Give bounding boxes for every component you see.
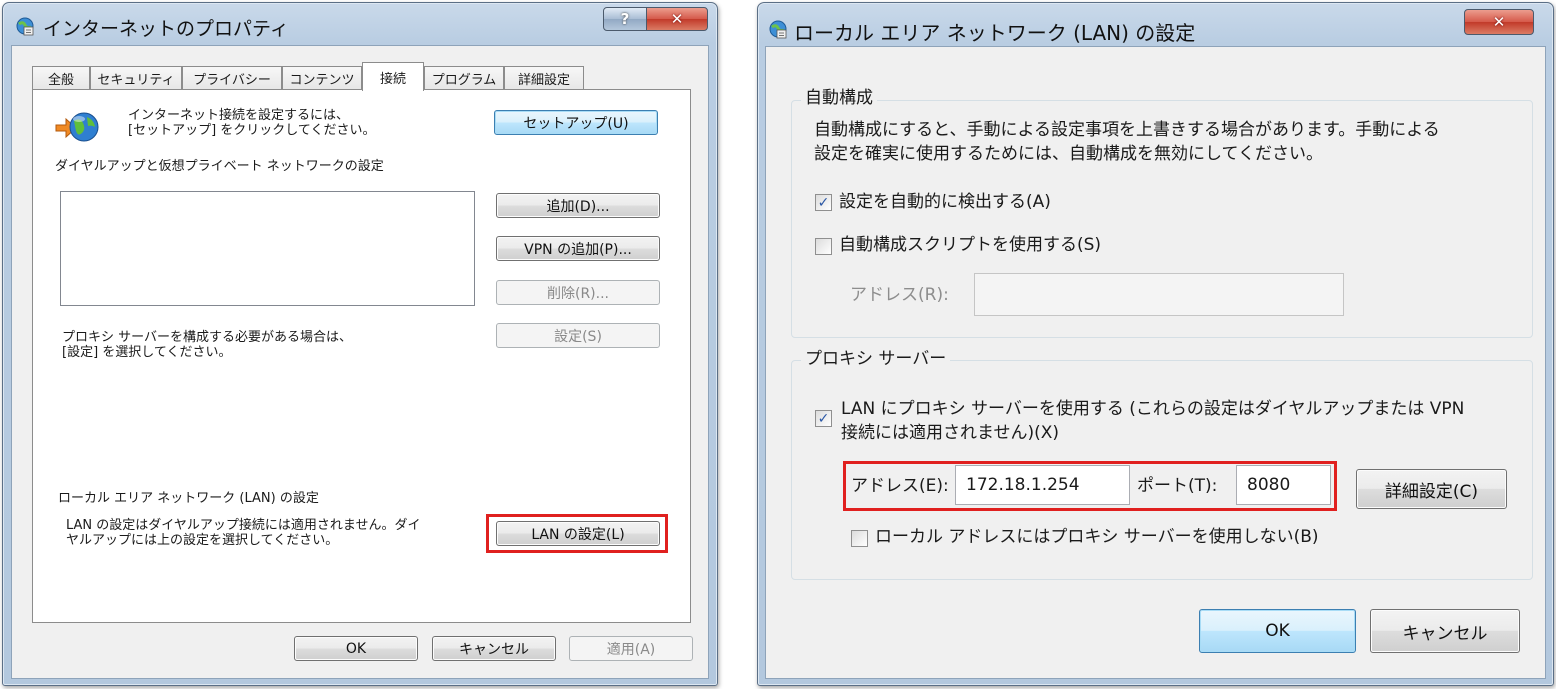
auto-detect-label[interactable]: 設定を自動的に検出する(A) [839,190,1051,214]
close-button[interactable]: ✕ [646,7,708,31]
tab-connections[interactable]: 接続 [362,62,424,91]
auto-config-description: 自動構成にすると、手動による設定事項を上書きする場合があります。手動による 設定… [814,118,1440,166]
script-address-input[interactable] [974,273,1344,316]
use-script-label[interactable]: 自動構成スクリプトを使用する(S) [839,233,1101,257]
advanced-button[interactable]: 詳細設定(C) [1356,469,1507,509]
lan-separator [360,498,656,499]
proxy-address-highlight [843,461,1337,511]
window-title: インターネットのプロパティ [43,18,289,40]
lan-hint-line1: LAN の設定はダイヤルアップ接続には適用されません。ダイ [66,518,421,533]
check-mark-icon: ✓ [817,410,830,427]
tab-content[interactable]: コンテンツ [282,66,362,90]
bypass-local-label[interactable]: ローカル アドレスにはプロキシ サーバーを使用しない(B) [875,525,1319,549]
proxy-hint: プロキシ サーバーを構成する必要がある場合は、 [設定] を選択してください。 [62,330,352,360]
use-proxy-checkbox[interactable]: ✓ [815,410,832,427]
proxy-hint-line2: [設定] を選択してください。 [62,345,232,360]
bypass-local-checkbox[interactable] [851,530,868,547]
window-title: ローカル エリア ネットワーク (LAN) の設定 [794,21,1196,45]
proxy-group-title: プロキシ サーバー [801,348,951,370]
close-button[interactable]: ✕ [1464,9,1534,35]
setup-text-line2: [セットアップ] をクリックしてください。 [128,123,376,138]
tab-label: 詳細設定 [517,73,570,88]
question-mark-icon: ? [620,10,630,28]
tab-programs[interactable]: プログラム [424,66,504,90]
dialup-separator [415,167,657,168]
use-proxy-label-line1: LAN にプロキシ サーバーを使用する (これらの設定はダイヤルアップまたは V… [841,399,1465,419]
dialup-section-title: ダイヤルアップと仮想プライベート ネットワークの設定 [55,159,384,174]
close-icon: ✕ [1492,13,1506,31]
tab-label: 接続 [379,71,406,87]
remove-button[interactable]: 削除(R)... [496,280,660,305]
setup-button[interactable]: セットアップ(U) [494,110,658,135]
check-mark-icon: ✓ [817,194,830,211]
auto-config-title: 自動構成 [801,87,877,109]
right-titlebar[interactable]: ローカル エリア ネットワーク (LAN) の設定 [758,3,1553,45]
cancel-button[interactable]: キャンセル [1370,609,1520,653]
use-proxy-label-line2: 接続には適用されません)(X) [841,423,1060,443]
apply-button[interactable]: 適用(A) [569,636,693,661]
tab-label: コンテンツ [289,73,355,88]
ok-button[interactable]: OK [294,636,418,661]
tab-privacy[interactable]: プライバシー [182,66,282,90]
setup-description: インターネット接続を設定するには、 [セットアップ] をクリックしてください。 [128,108,376,138]
lan-settings-highlight [486,514,668,553]
cancel-button[interactable]: キャンセル [432,636,556,661]
tab-label: プライバシー [193,73,271,88]
close-icon: ✕ [670,10,684,28]
tab-label: セキュリティ [97,73,175,88]
add-vpn-button[interactable]: VPN の追加(P)... [496,236,660,261]
setup-text-line1: インターネット接続を設定するには、 [128,108,350,123]
dialup-settings-button[interactable]: 設定(S) [496,323,660,348]
lan-section-title: ローカル エリア ネットワーク (LAN) の設定 [58,491,319,506]
ok-button[interactable]: OK [1199,609,1356,653]
tab-security[interactable]: セキュリティ [90,66,182,90]
lan-hint-line2: ヤルアップには上の設定を選択してください。 [66,533,339,548]
add-button[interactable]: 追加(D)... [496,193,660,218]
script-address-label: アドレス(R): [850,285,949,305]
proxy-hint-line1: プロキシ サーバーを構成する必要がある場合は、 [62,330,353,345]
use-proxy-label[interactable]: LAN にプロキシ サーバーを使用する (これらの設定はダイヤルアップまたは V… [841,397,1464,445]
help-button[interactable]: ? [603,7,647,31]
tab-general[interactable]: 全般 [32,66,90,90]
internet-options-icon [16,17,34,36]
lan-hint: LAN の設定はダイヤルアップ接続には適用されません。ダイ ヤルアップには上の設… [66,518,421,548]
auto-config-desc-line1: 自動構成にすると、手動による設定事項を上書きする場合があります。手動による [814,120,1440,140]
connections-listbox[interactable] [60,191,475,306]
tab-label: 全般 [47,73,74,88]
auto-detect-checkbox[interactable]: ✓ [815,194,832,211]
tab-advanced[interactable]: 詳細設定 [504,66,584,90]
internet-connection-icon [55,112,99,142]
tab-label: プログラム [431,73,497,88]
use-script-checkbox[interactable] [815,238,832,255]
internet-options-icon [769,20,787,39]
auto-config-desc-line2: 設定を確実に使用するためには、自動構成を無効にしてください。 [814,144,1323,164]
